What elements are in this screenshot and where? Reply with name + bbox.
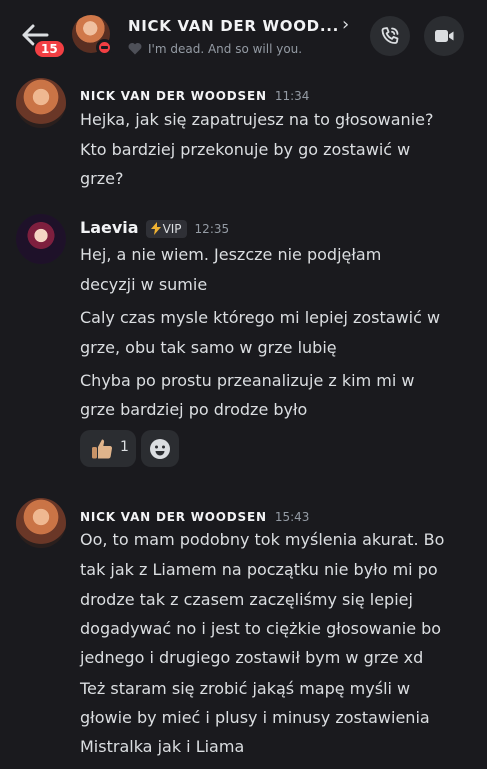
- message-line: dogadywać no i jest to ciężkie głosowani…: [80, 619, 442, 638]
- dnd-status-icon: [96, 39, 113, 56]
- chevron-right-icon[interactable]: ›: [342, 14, 349, 35]
- avatar[interactable]: [16, 78, 66, 128]
- voice-call-button[interactable]: [370, 16, 410, 56]
- message-line: grze?: [80, 169, 124, 188]
- message-line: tak jak z Liamem na początku nie było mi…: [80, 560, 438, 579]
- avatar[interactable]: [16, 214, 66, 264]
- video-camera-icon: [435, 30, 454, 42]
- message-line: Hej, a nie wiem. Jeszcze nie podjęłam: [80, 245, 382, 264]
- author-name[interactable]: NICK VAN DER WOODSEN: [80, 510, 267, 524]
- message-header: NICK VAN DER WOODSEN 11:34: [80, 85, 309, 104]
- reaction-thumbs-up[interactable]: 1: [80, 430, 136, 467]
- add-reaction-button[interactable]: [141, 430, 179, 467]
- message-line: głowie by mieć i plusy i minusy zostawie…: [80, 708, 430, 727]
- timestamp: 15:43: [274, 510, 310, 524]
- channel-name[interactable]: NICK VAN DER WOOD...: [128, 17, 339, 35]
- author-name[interactable]: Laevia: [80, 218, 139, 237]
- message-line: decyzji w sumie: [80, 275, 208, 294]
- message-line: Mistralka jak i Liama: [80, 737, 245, 756]
- message-line: grze, obu tak samo w grze lubię: [80, 338, 337, 357]
- chat-header: 15 NICK VAN DER WOOD... › I'm dead. And …: [0, 0, 487, 72]
- timestamp: 12:35: [194, 222, 230, 236]
- message-line: Hejka, jak się zapatrujesz na to głosowa…: [80, 110, 434, 129]
- vip-label: VIP: [162, 222, 182, 236]
- reaction-count: 1: [120, 439, 129, 455]
- lightning-icon: [150, 222, 161, 235]
- vip-badge[interactable]: VIP: [145, 220, 187, 238]
- timestamp: 11:34: [274, 89, 310, 103]
- message-line: Oo, to mam podobny tok myślenia akurat. …: [80, 530, 445, 549]
- message-header: NICK VAN DER WOODSEN 15:43: [80, 506, 309, 525]
- message-line: Kto bardziej przekonuje by go zostawić w: [80, 140, 411, 159]
- message-header: Laevia VIP 12:35: [80, 218, 229, 238]
- message-line: Chyba po prostu przeanalizuje z kim mi w: [80, 371, 415, 390]
- custom-status-text: I'm dead. And so will you.: [148, 42, 303, 56]
- video-call-button[interactable]: [424, 16, 464, 56]
- author-name[interactable]: NICK VAN DER WOODSEN: [80, 89, 267, 103]
- avatar[interactable]: [16, 498, 66, 548]
- message-line: Też staram się zrobić jakąś mapę myśli w: [80, 679, 411, 698]
- message-line: jednego i drugiego zostawił bym w grze x…: [80, 648, 424, 667]
- message-line: Caly czas mysle którego mi lepiej zostaw…: [80, 308, 441, 327]
- thumbs-up-icon: [92, 439, 113, 459]
- add-reaction-icon: [150, 439, 170, 459]
- heart-icon: [128, 43, 142, 55]
- message-line: grze bardziej po drodze było: [80, 400, 308, 419]
- custom-status: I'm dead. And so will you.: [128, 42, 302, 56]
- message-line: drodze tak z czasem zaczęliśmy się lepie…: [80, 590, 413, 609]
- phone-icon: [381, 27, 399, 44]
- unread-count-badge: 15: [33, 39, 66, 59]
